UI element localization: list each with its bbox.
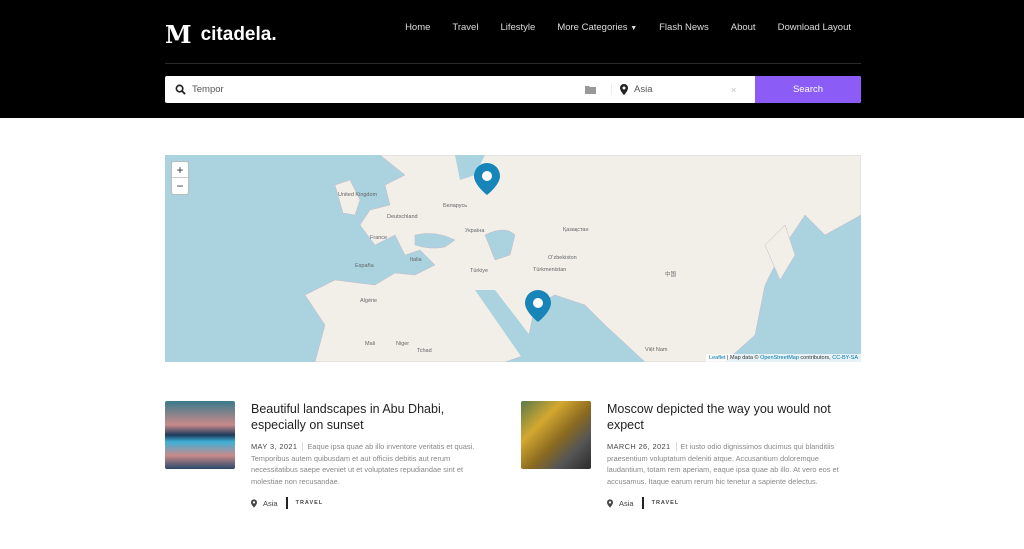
post-category[interactable]: TRAVEL (296, 500, 324, 506)
map-label: Algérie (360, 298, 378, 304)
map-label: Niger (396, 341, 410, 347)
search-button[interactable]: Search (755, 76, 861, 103)
map-label: Việt Nam (645, 347, 668, 353)
post-location[interactable]: Asia (263, 499, 278, 508)
site-header: M citadela. Home Travel Lifestyle More C… (0, 0, 1024, 118)
map-label: Қазақстан (563, 227, 589, 233)
nav-more-label: More Categories (557, 22, 628, 33)
post-title[interactable]: Moscow depicted the way you would not ex… (607, 401, 852, 433)
map-land (304, 155, 861, 362)
attr-text: contributors, (798, 355, 833, 361)
divider (641, 497, 644, 509)
search-query: Tempor (192, 84, 224, 95)
search-icon (175, 84, 186, 95)
main-nav: Home Travel Lifestyle More Categories ▼ … (405, 22, 851, 33)
search-bar: Tempor Asia × Search (165, 76, 861, 103)
map-label: Україна (465, 228, 485, 234)
map[interactable]: + − United Kingdom Deutschland France Es… (165, 155, 861, 362)
map-label: Türkmenistan (533, 267, 567, 273)
map-label: 中国 (665, 272, 677, 278)
post-title[interactable]: Beautiful landscapes in Abu Dhabi, espec… (251, 401, 496, 433)
map-pin-icon (607, 498, 613, 508)
map-label: Беларусь (443, 203, 468, 209)
logo-mark: M (165, 20, 192, 49)
location-input[interactable]: Asia (611, 84, 731, 95)
zoom-in-button[interactable]: + (172, 162, 188, 178)
map-label: Italia (410, 257, 422, 263)
license-link[interactable]: CC-BY-SA (832, 355, 858, 361)
map-label: Deutschland (387, 214, 418, 220)
clear-location-button[interactable]: × (731, 85, 755, 95)
divider (285, 497, 288, 509)
post-location[interactable]: Asia (619, 499, 634, 508)
map-pin-icon (251, 498, 257, 508)
post-date: MARCH 26, 2021 (607, 442, 677, 451)
post-thumbnail[interactable] (521, 401, 591, 469)
nav-more-categories[interactable]: More Categories ▼ (557, 22, 637, 33)
post-date: MAY 3, 2021 (251, 442, 304, 451)
zoom-out-button[interactable]: − (172, 178, 188, 194)
chevron-down-icon: ▼ (630, 25, 638, 32)
search-input[interactable]: Tempor (165, 84, 585, 95)
zoom-control: + − (171, 161, 189, 195)
map-marker-abu-dhabi[interactable] (525, 290, 551, 322)
nav-lifestyle[interactable]: Lifestyle (500, 22, 535, 33)
post-category[interactable]: TRAVEL (652, 500, 680, 506)
nav-travel[interactable]: Travel (452, 22, 478, 33)
map-label: Tchad (417, 348, 432, 354)
map-label: United Kingdom (338, 192, 378, 198)
logo[interactable]: M citadela. (165, 20, 277, 49)
attr-text: | Map data © (725, 355, 761, 361)
leaflet-link[interactable]: Leaflet (709, 355, 726, 361)
nav-download-layout[interactable]: Download Layout (778, 22, 851, 33)
divider (165, 63, 861, 64)
map-pin-icon (620, 84, 628, 95)
post-thumbnail[interactable] (165, 401, 235, 469)
map-label: España (355, 263, 374, 269)
map-attribution: Leaflet | Map data © OpenStreetMap contr… (706, 354, 861, 362)
map-marker-moscow[interactable] (474, 163, 500, 195)
nav-about[interactable]: About (731, 22, 756, 33)
map-label: Mali (365, 341, 376, 347)
logo-text: citadela. (200, 23, 277, 45)
nav-home[interactable]: Home (405, 22, 430, 33)
location-value: Asia (634, 84, 653, 95)
osm-link[interactable]: OpenStreetMap (760, 355, 799, 361)
folder-icon[interactable] (585, 85, 597, 95)
map-label: Oʻzbekiston (548, 255, 577, 261)
nav-flash-news[interactable]: Flash News (659, 22, 709, 33)
map-label: Türkiye (470, 268, 489, 274)
map-label: France (370, 235, 388, 241)
